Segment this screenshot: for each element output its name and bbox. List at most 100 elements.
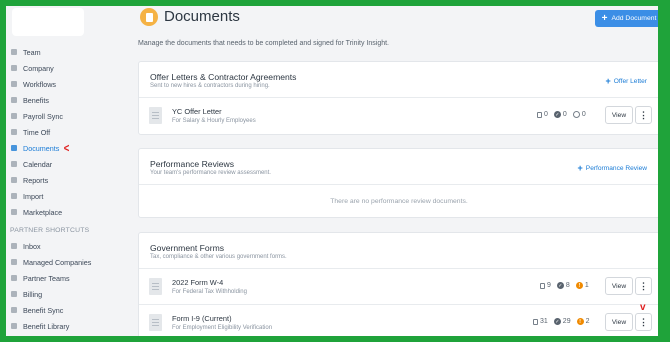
- section-title: Offer Letters & Contractor Agreements: [150, 72, 297, 82]
- sidebar-item-payroll-sync[interactable]: Payroll Sync: [6, 108, 130, 124]
- sidebar-item-reports[interactable]: Reports: [6, 172, 130, 188]
- page-title: Documents: [164, 8, 240, 25]
- company-logo[interactable]: [12, 8, 84, 36]
- completed-count: 0: [562, 111, 567, 118]
- offer-letters-section: Offer Letters & Contractor Agreements Se…: [138, 61, 658, 135]
- sidebar-item-label: Managed Companies: [23, 257, 92, 267]
- document-icon: [149, 278, 162, 295]
- document-name: Form I-9 (Current): [172, 314, 232, 323]
- document-count: 9: [547, 282, 551, 289]
- app-window: Team Company Workflows Benefits Payroll …: [6, 6, 658, 336]
- benefits-icon: [11, 97, 17, 103]
- import-icon: [11, 193, 17, 199]
- view-button[interactable]: View: [605, 106, 633, 124]
- link-label: Performance Review: [585, 165, 647, 172]
- add-document-button[interactable]: + Add Document: [595, 10, 658, 27]
- annotation-check-icon: v: [640, 302, 646, 313]
- completed-icon: ✓: [556, 282, 564, 289]
- add-document-label: Add Document: [611, 15, 657, 22]
- time-off-icon: [11, 129, 17, 135]
- sidebar-item-label: Reports: [23, 175, 49, 185]
- sidebar-item-inbox[interactable]: Inbox: [6, 238, 130, 254]
- completed-icon: ✓: [553, 318, 561, 325]
- document-subtitle: For Salary & Hourly Employees: [172, 118, 256, 124]
- section-title: Performance Reviews: [150, 159, 235, 169]
- document-subtitle: For Federal Tax Withholding: [172, 289, 247, 295]
- document-count-icon: [533, 318, 538, 325]
- document-name: YC Offer Letter: [172, 107, 222, 116]
- section-header: Government Forms Tax, compliance & other…: [139, 233, 658, 269]
- document-count: 31: [540, 318, 548, 325]
- document-stats: 0 ✓ 0 0: [537, 111, 586, 118]
- sidebar-item-benefit-sync[interactable]: Benefit Sync: [6, 302, 130, 318]
- document-icon: [149, 314, 162, 331]
- sidebar: Team Company Workflows Benefits Payroll …: [6, 6, 130, 336]
- sidebar-item-label: Team: [23, 47, 41, 57]
- government-forms-section: Government Forms Tax, compliance & other…: [138, 232, 658, 336]
- sidebar-item-partner-teams[interactable]: Partner Teams: [6, 270, 130, 286]
- benefit-sync-icon: [11, 307, 17, 313]
- sidebar-item-team[interactable]: Team: [6, 44, 130, 60]
- document-name: 2022 Form W-4: [172, 278, 224, 287]
- calendar-icon: [11, 161, 17, 167]
- view-button[interactable]: View: [605, 277, 633, 295]
- sidebar-item-label: Billing: [23, 289, 43, 299]
- plus-icon: +: [601, 12, 608, 24]
- annotation-arrow-icon: <: [64, 141, 70, 155]
- sidebar-item-label: Import: [23, 191, 44, 201]
- section-header: Offer Letters & Contractor Agreements Se…: [139, 62, 658, 98]
- sidebar-item-label: Workflows: [23, 79, 57, 89]
- view-button[interactable]: View: [605, 313, 633, 331]
- sidebar-item-benefits[interactable]: Benefits: [6, 92, 130, 108]
- sidebar-item-billing[interactable]: Billing: [6, 286, 130, 302]
- section-title: Government Forms: [150, 243, 225, 253]
- section-header: Performance Reviews Your team's performa…: [139, 149, 658, 185]
- team-icon: [11, 49, 17, 55]
- add-offer-letter-link[interactable]: + Offer Letter: [606, 77, 648, 86]
- sidebar-item-benefit-library[interactable]: Benefit Library: [6, 318, 130, 334]
- payroll-sync-icon: [11, 113, 17, 119]
- document-row[interactable]: Form I-9 (Current) For Employment Eligib…: [139, 305, 658, 336]
- main-content: Documents + Add Document Manage the docum…: [136, 6, 658, 336]
- inbox-icon: [11, 243, 17, 249]
- reports-icon: [11, 177, 17, 183]
- document-row[interactable]: YC Offer Letter For Salary & Hourly Empl…: [139, 98, 658, 134]
- document-stats: 9 ✓ 8 ! 1: [540, 282, 589, 289]
- sidebar-item-label: Documents: [23, 143, 60, 153]
- document-row[interactable]: 2022 Form W-4 For Federal Tax Withholdin…: [139, 269, 658, 305]
- more-options-icon[interactable]: ⋮: [635, 106, 652, 124]
- empty-state-message: There are no performance review document…: [330, 197, 468, 205]
- sidebar-item-workflows[interactable]: Workflows: [6, 76, 130, 92]
- sidebar-item-label: Partner Teams: [23, 273, 70, 283]
- plus-icon: +: [605, 76, 611, 86]
- benefit-library-icon: [11, 323, 17, 329]
- performance-reviews-section: Performance Reviews Your team's performa…: [138, 148, 658, 218]
- more-options-icon[interactable]: ⋮: [635, 277, 652, 295]
- sidebar-item-label: Payroll Sync: [23, 111, 63, 121]
- document-count-icon: [537, 111, 542, 118]
- sidebar-item-label: Time Off: [23, 127, 51, 137]
- documents-icon: [11, 145, 17, 151]
- warning-icon: !: [575, 282, 583, 289]
- warning-count: 2: [585, 318, 590, 325]
- completed-count: 29: [562, 318, 571, 325]
- sidebar-item-calendar[interactable]: Calendar: [6, 156, 130, 172]
- billing-icon: [11, 291, 17, 297]
- more-options-icon[interactable]: ⋮: [635, 313, 652, 331]
- sidebar-item-label: Benefits: [23, 95, 49, 105]
- sidebar-item-company[interactable]: Company: [6, 60, 130, 76]
- documents-page-icon: [140, 8, 158, 26]
- page-subtitle: Manage the documents that needs to be co…: [138, 40, 389, 47]
- sidebar-item-marketplace[interactable]: Marketplace: [6, 204, 130, 220]
- add-performance-review-link[interactable]: + Performance Review: [578, 164, 647, 173]
- document-count-icon: [540, 282, 545, 289]
- sidebar-item-import[interactable]: Import: [6, 188, 130, 204]
- sidebar-item-label: Marketplace: [23, 207, 63, 217]
- sidebar-item-documents[interactable]: Documents <: [6, 140, 130, 156]
- workflows-icon: [11, 81, 17, 87]
- document-icon: [149, 107, 162, 124]
- section-description: Sent to new hires & contractors during h…: [150, 83, 270, 89]
- sidebar-item-time-off[interactable]: Time Off: [6, 124, 130, 140]
- sidebar-item-label: Inbox: [23, 241, 41, 251]
- sidebar-item-managed-companies[interactable]: Managed Companies: [6, 254, 130, 270]
